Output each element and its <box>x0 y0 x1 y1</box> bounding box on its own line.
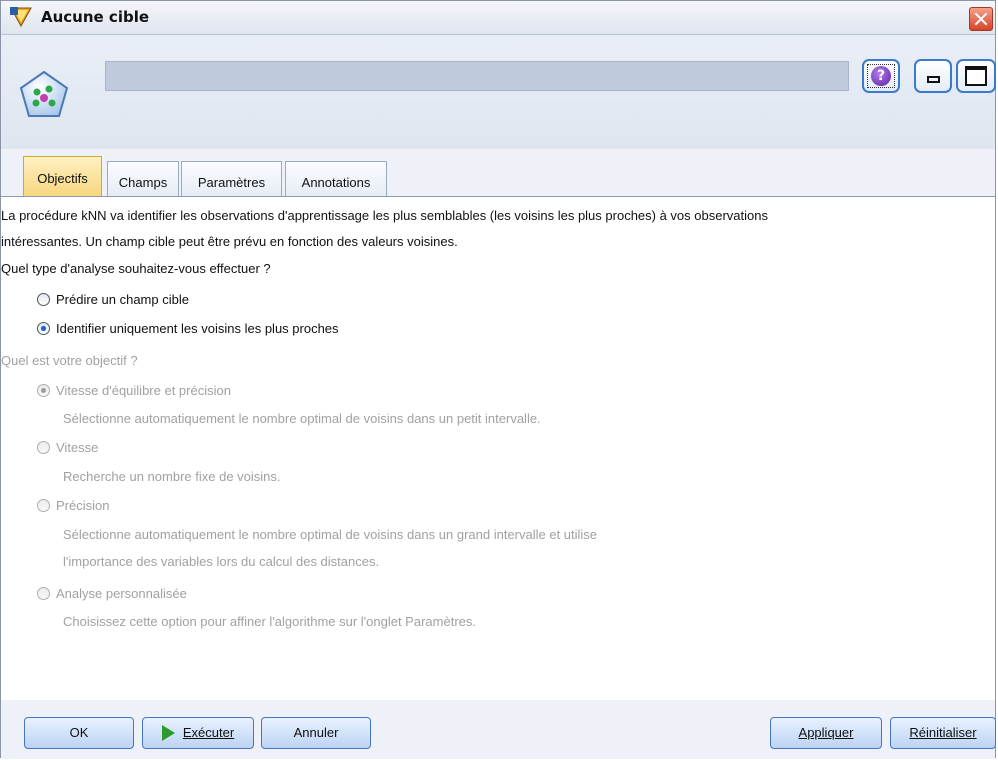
analysis-question: Quel type d'analyse souhaitez-vous effec… <box>1 261 271 276</box>
maximize-icon <box>965 66 987 86</box>
objective-question: Quel est votre objectif ? <box>1 353 138 368</box>
knn-node-icon <box>19 70 69 117</box>
title-bar[interactable]: Aucune cible <box>1 1 995 35</box>
radio-custom[interactable] <box>37 587 50 600</box>
option-speed[interactable]: Vitesse <box>56 440 98 455</box>
option-precision[interactable]: Précision <box>56 498 109 513</box>
node-name-field[interactable] <box>105 61 849 91</box>
option-precision-desc-2: l'importance des variables lors du calcu… <box>63 554 380 569</box>
radio-predict-target[interactable] <box>37 293 50 306</box>
option-balance-desc: Sélectionne automatiquement le nombre op… <box>63 411 541 426</box>
ok-button[interactable]: OK <box>24 717 134 749</box>
option-balance[interactable]: Vitesse d'équilibre et précision <box>56 383 231 398</box>
minimize-icon <box>927 76 940 83</box>
option-predict-target[interactable]: Prédire un champ cible <box>56 292 189 307</box>
reset-label: Réinitialiser <box>909 725 977 740</box>
tab-parametres[interactable]: Paramètres <box>181 161 282 197</box>
help-icon: ? <box>871 66 891 86</box>
window-title: Aucune cible <box>41 8 150 26</box>
run-label: Exécuter <box>182 725 235 740</box>
option-precision-desc-1: Sélectionne automatiquement le nombre op… <box>63 527 598 542</box>
tab-objectifs[interactable]: Objectifs <box>23 156 102 197</box>
radio-neighbors-only[interactable] <box>37 322 50 335</box>
apply-button[interactable]: Appliquer <box>770 717 882 749</box>
play-icon <box>161 724 175 741</box>
apply-label: Appliquer <box>798 725 854 740</box>
radio-balance[interactable] <box>37 384 50 397</box>
reset-button[interactable]: Réinitialiser <box>890 717 996 749</box>
run-button[interactable]: Exécuter <box>142 717 254 749</box>
help-button[interactable]: ? <box>862 59 900 93</box>
intro-line-1: La procédure kNN va identifier les obser… <box>1 208 768 223</box>
node-header: ? <box>1 35 996 149</box>
option-custom[interactable]: Analyse personnalisée <box>56 586 187 601</box>
tab-champs[interactable]: Champs <box>107 161 179 197</box>
intro-line-2: intéressantes. Un champ cible peut être … <box>1 234 458 249</box>
minimize-button[interactable] <box>914 59 952 93</box>
maximize-button[interactable] <box>956 59 996 93</box>
option-custom-desc: Choisissez cette option pour affiner l'a… <box>63 614 476 629</box>
app-icon <box>10 7 32 27</box>
objectives-panel: La procédure kNN va identifier les obser… <box>1 197 995 700</box>
radio-precision[interactable] <box>37 499 50 512</box>
cancel-button[interactable]: Annuler <box>261 717 371 749</box>
dialog-window: Aucune cible ? Objectifs Champs Paramètr… <box>0 0 996 759</box>
option-speed-desc: Recherche un nombre fixe de voisins. <box>63 469 281 484</box>
close-button[interactable] <box>969 7 993 31</box>
tab-annotations[interactable]: Annotations <box>285 161 387 197</box>
option-neighbors-only[interactable]: Identifier uniquement les voisins les pl… <box>56 321 339 336</box>
radio-speed[interactable] <box>37 441 50 454</box>
